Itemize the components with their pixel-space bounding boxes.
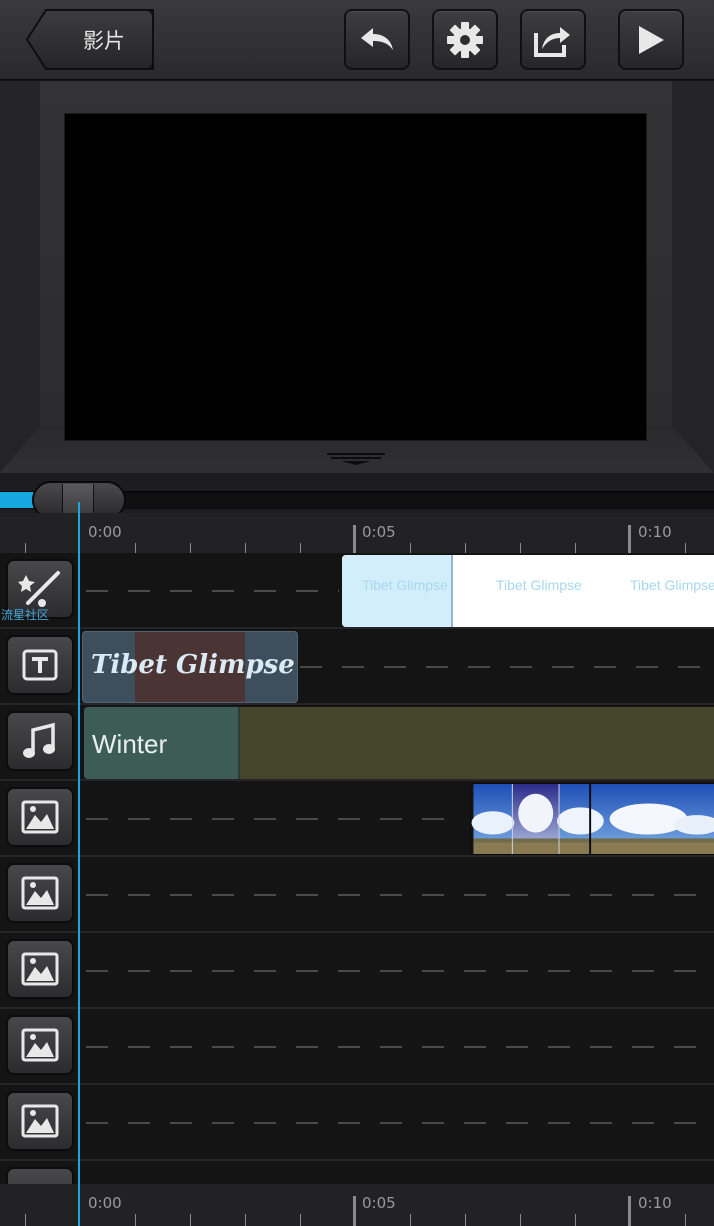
- title-track-button[interactable]: [6, 635, 74, 695]
- title-clip-text: Tibet Glimpse: [91, 650, 295, 680]
- photo-track: [0, 857, 714, 933]
- ruler-tick: [300, 1214, 301, 1226]
- photo-track-button[interactable]: [6, 863, 74, 923]
- photo-track: [0, 1085, 714, 1161]
- ruler-tick: [410, 1214, 411, 1226]
- ruler-tick: [25, 1214, 26, 1226]
- ruler-label: 0:00: [88, 523, 122, 541]
- ruler-tick: [465, 1214, 466, 1226]
- image-icon: [21, 1028, 59, 1062]
- ruler-tick: [245, 1214, 246, 1226]
- ruler-tick: [190, 1214, 191, 1226]
- text-icon: [22, 649, 58, 681]
- photo-track: [0, 1009, 714, 1085]
- effect-clip[interactable]: Tibet Glimpse Tibet Glimpse Tibet Glimps…: [342, 555, 714, 627]
- image-icon: [21, 800, 59, 834]
- music-clip[interactable]: Winter: [84, 707, 714, 779]
- photo-track-button[interactable]: [6, 1015, 74, 1075]
- ruler-tick: [520, 1214, 521, 1226]
- empty-track-guide: [86, 1122, 714, 1124]
- empty-track-guide: [86, 1046, 714, 1048]
- back-button-label: 影片: [83, 29, 125, 53]
- gear-icon: [447, 21, 483, 58]
- music-track-button[interactable]: [6, 711, 74, 771]
- empty-track-guide: [86, 818, 464, 820]
- ruler-tick: [575, 1214, 576, 1226]
- ruler-major-tick: [353, 525, 356, 555]
- ruler-label: 0:10: [638, 523, 672, 541]
- play-button[interactable]: [618, 9, 684, 70]
- empty-track-guide: [300, 666, 714, 668]
- title-clip[interactable]: Tibet Glimpse: [82, 631, 298, 703]
- ruler-tick: [135, 1214, 136, 1226]
- effects-track-label: 流星社区: [1, 608, 50, 622]
- ruler-label: 0:05: [362, 523, 396, 541]
- photo-track-button[interactable]: [6, 939, 74, 999]
- playhead-line[interactable]: [78, 502, 80, 1226]
- share-button[interactable]: [520, 9, 586, 70]
- settings-button[interactable]: [432, 9, 498, 70]
- music-clip-text: Winter: [92, 729, 168, 759]
- empty-track-guide: [86, 970, 714, 972]
- scrub-progress: [0, 492, 36, 508]
- share-icon: [534, 26, 570, 57]
- music-note-icon: [23, 722, 55, 758]
- photo-clip[interactable]: [470, 783, 714, 855]
- ruler-label: 0:10: [638, 1194, 672, 1212]
- ruler-major-tick: [628, 1196, 631, 1226]
- app-screen: 影片 0:00 0:05 0:10 流星社区 Tibet Glimpse Tib…: [0, 0, 714, 1226]
- ruler-major-tick: [628, 525, 631, 555]
- undo-icon: [361, 27, 393, 50]
- image-icon: [21, 952, 59, 986]
- back-button[interactable]: 影片: [26, 9, 154, 70]
- photo-track-button[interactable]: [6, 787, 74, 847]
- drawer-handle-icon[interactable]: [325, 451, 387, 465]
- magic-wand-icon: [18, 571, 60, 607]
- photo-track-button[interactable]: [6, 1091, 74, 1151]
- photo-track: [0, 933, 714, 1009]
- ruler-label: 0:05: [362, 1194, 396, 1212]
- ruler-tick: [685, 1214, 686, 1226]
- ruler-label: 0:00: [88, 1194, 122, 1212]
- effect-clip-text: Tibet Glimpse: [630, 577, 714, 593]
- top-toolbar: 影片: [0, 0, 714, 80]
- video-preview-screen[interactable]: [64, 113, 647, 441]
- undo-button[interactable]: [344, 9, 410, 70]
- empty-track-guide: [86, 894, 714, 896]
- timeline-ruler-bottom: 0:00 0:05 0:10: [0, 1184, 714, 1226]
- timeline-ruler-top: 0:00 0:05 0:10: [0, 513, 714, 555]
- image-icon: [21, 1104, 59, 1138]
- effect-clip-text: Tibet Glimpse: [496, 577, 582, 593]
- empty-track-guide: [86, 590, 339, 592]
- ruler-major-tick: [353, 1196, 356, 1226]
- image-icon: [21, 876, 59, 910]
- effect-clip-text: Tibet Glimpse: [362, 577, 448, 593]
- play-icon: [639, 25, 664, 54]
